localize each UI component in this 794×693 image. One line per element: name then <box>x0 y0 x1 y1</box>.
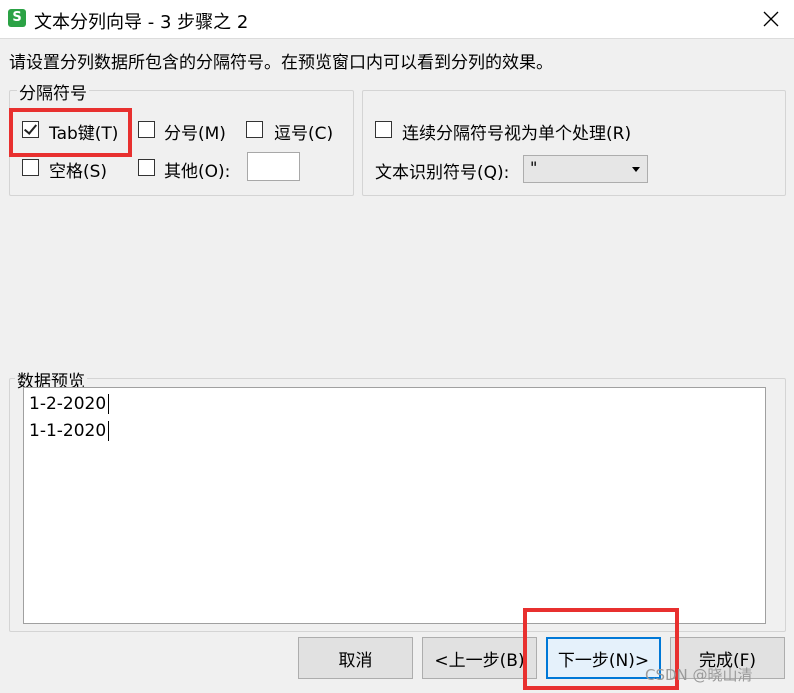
delimiters-group-label: 分隔符号 <box>17 79 89 104</box>
semicolon-checkbox-label[interactable]: 分号(M) <box>164 119 226 144</box>
other-delimiter-input[interactable] <box>247 152 300 181</box>
back-button[interactable]: <上一步(B) <box>422 637 537 679</box>
consecutive-checkbox[interactable] <box>375 121 392 138</box>
instruction-text: 请设置分列数据所包含的分隔符号。在预览窗口内可以看到分列的效果。 <box>9 53 553 73</box>
preview-line: 1-1-2020 <box>29 421 110 441</box>
close-button[interactable] <box>748 0 794 38</box>
comma-checkbox-label[interactable]: 逗号(C) <box>274 119 333 144</box>
dropdown-arrow-icon <box>632 167 640 172</box>
tab-checkbox[interactable] <box>22 121 39 138</box>
next-button[interactable]: 下一步(N)> <box>546 637 661 679</box>
comma-checkbox[interactable] <box>246 121 263 138</box>
cancel-button[interactable]: 取消 <box>298 637 413 679</box>
window-title: 文本分列向导 - 3 步骤之 2 <box>34 12 249 33</box>
other-checkbox-label[interactable]: 其他(O): <box>164 157 230 182</box>
text-qualifier-select[interactable]: " <box>523 155 648 183</box>
text-qualifier-value: " <box>530 158 538 177</box>
text-qualifier-label: 文本识别符号(Q): <box>375 163 510 183</box>
tab-checkbox-label[interactable]: Tab键(T) <box>49 119 118 144</box>
data-preview-area[interactable]: 1-2-2020 1-1-2020 <box>23 387 766 624</box>
app-icon: S <box>8 9 26 27</box>
preview-line: 1-2-2020 <box>29 394 110 414</box>
space-checkbox-label[interactable]: 空格(S) <box>49 157 107 182</box>
consecutive-checkbox-label[interactable]: 连续分隔符号视为单个处理(R) <box>402 119 631 144</box>
other-checkbox[interactable] <box>138 159 155 176</box>
title-bar: S 文本分列向导 - 3 步骤之 2 <box>0 0 794 39</box>
close-icon <box>763 11 779 27</box>
semicolon-checkbox[interactable] <box>138 121 155 138</box>
watermark: CSDN @晓山清 <box>645 666 753 684</box>
space-checkbox[interactable] <box>22 159 39 176</box>
